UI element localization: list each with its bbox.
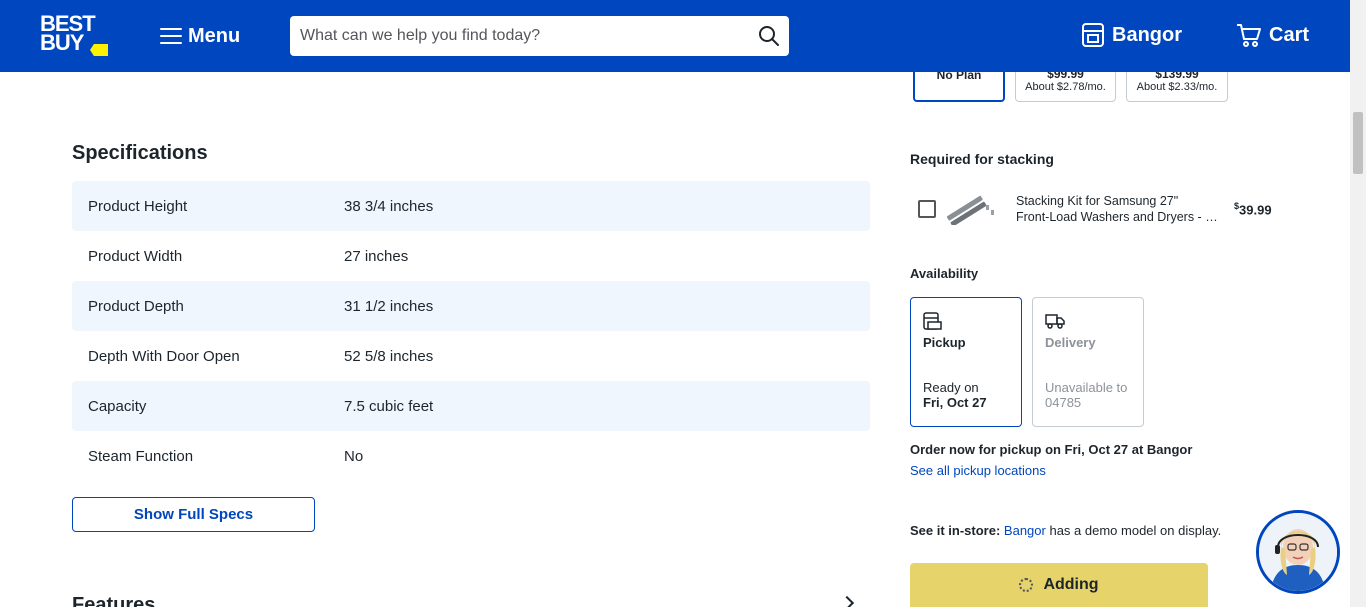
delivery-option[interactable]: Delivery Unavailable to 04785 — [1032, 297, 1144, 427]
store-button[interactable]: Bangor — [1080, 22, 1182, 48]
delivery-zip: 04785 — [1045, 395, 1082, 410]
add-to-cart-label: Adding — [1043, 576, 1099, 593]
logo-buy: BUY — [40, 30, 84, 55]
spec-row: Depth With Door Open 52 5/8 inches — [72, 331, 870, 381]
spec-value: 52 5/8 inches — [344, 347, 434, 365]
specifications-heading: Specifications — [72, 142, 208, 164]
add-to-cart-button[interactable]: Adding — [910, 563, 1208, 607]
plan-monthly: About $2.33/mo. — [1136, 81, 1218, 93]
pickup-date: Fri, Oct 27 — [923, 395, 987, 410]
page-scrollbar[interactable] — [1350, 0, 1366, 607]
spec-value: 27 inches — [344, 247, 409, 265]
scrollbar-thumb[interactable] — [1353, 112, 1363, 174]
spec-value: 31 1/2 inches — [344, 297, 434, 315]
search-box — [290, 16, 789, 56]
agent-avatar-icon — [1259, 513, 1337, 591]
stacking-kit-price: $39.99 — [1234, 201, 1272, 217]
menu-button[interactable]: Menu — [160, 22, 240, 50]
spec-key: Product Depth — [88, 297, 184, 315]
spec-row: Product Width 27 inches — [72, 231, 870, 281]
spec-key: Product Width — [88, 247, 183, 265]
pickup-label: Pickup — [923, 335, 966, 350]
spec-table: Product Height 38 3/4 inches Product Wid… — [72, 181, 870, 481]
store-icon — [1082, 23, 1104, 47]
spec-key: Depth With Door Open — [88, 347, 240, 365]
pickup-status: Ready on — [923, 380, 979, 395]
features-heading[interactable]: Features — [72, 594, 155, 607]
cart-label: Cart — [1269, 23, 1310, 46]
instore-suffix: has a demo model on display. — [1049, 523, 1222, 538]
availability-heading: Availability — [910, 266, 979, 281]
hamburger-icon — [160, 28, 182, 44]
instore-prefix: See it in-store: — [910, 523, 1001, 538]
search-input[interactable] — [290, 16, 750, 56]
spec-row: Steam Function No — [72, 431, 870, 481]
spec-row: Capacity 7.5 cubic feet — [72, 381, 870, 431]
pickup-option[interactable]: Pickup Ready on Fri, Oct 27 — [910, 297, 1022, 427]
price-value: 39.99 — [1239, 202, 1272, 218]
best-buy-logo[interactable]: BEST BUY — [38, 13, 110, 58]
kit-name-line1: Stacking Kit for Samsung 27" — [1016, 194, 1179, 208]
stacking-heading: Required for stacking — [910, 151, 1054, 167]
stacking-kit-image — [946, 195, 994, 225]
spec-value: No — [344, 447, 364, 465]
cart-button[interactable]: Cart — [1235, 22, 1309, 48]
spec-key: Steam Function — [88, 447, 194, 465]
delivery-label: Delivery — [1045, 335, 1096, 350]
stacking-kit-checkbox[interactable] — [918, 200, 936, 218]
store-label: Bangor — [1112, 23, 1182, 46]
chat-assistant-avatar[interactable] — [1256, 510, 1340, 594]
plan-monthly: About $2.78/mo. — [1025, 81, 1106, 93]
pickup-order-message: Order now for pickup on Fri, Oct 27 at B… — [910, 442, 1193, 457]
spec-value: 38 3/4 inches — [344, 197, 434, 215]
spec-key: Product Height — [88, 197, 188, 215]
cart-icon — [1237, 24, 1261, 47]
loading-spinner-icon — [1019, 578, 1034, 592]
instore-demo-message: See it in-store: Bangor has a demo model… — [910, 523, 1221, 538]
truck-icon — [1045, 314, 1065, 329]
show-full-specs-button[interactable]: Show Full Specs — [72, 497, 315, 532]
delivery-status: Unavailable to — [1045, 380, 1128, 395]
logo-wordmark: BEST BUY — [40, 13, 96, 55]
spec-value: 7.5 cubic feet — [344, 397, 434, 415]
search-icon[interactable] — [757, 24, 781, 48]
instore-store-link[interactable]: Bangor — [1004, 523, 1046, 538]
menu-label: Menu — [188, 24, 241, 47]
see-all-pickup-locations-link[interactable]: See all pickup locations — [910, 463, 1046, 478]
spec-key: Capacity — [88, 397, 147, 415]
stacking-kit-name[interactable]: Stacking Kit for Samsung 27" Front-Load … — [1016, 193, 1226, 225]
site-header: BESTBUY Menu Bangor Cart — [0, 0, 1350, 72]
kit-name-line2: Front-Load Washers and Dryers - Silver — [1016, 210, 1226, 224]
spec-row: Product Depth 31 1/2 inches — [72, 281, 870, 331]
store-icon — [923, 312, 942, 330]
chevron-right-icon[interactable] — [839, 595, 855, 607]
spec-row: Product Height 38 3/4 inches — [72, 181, 870, 231]
